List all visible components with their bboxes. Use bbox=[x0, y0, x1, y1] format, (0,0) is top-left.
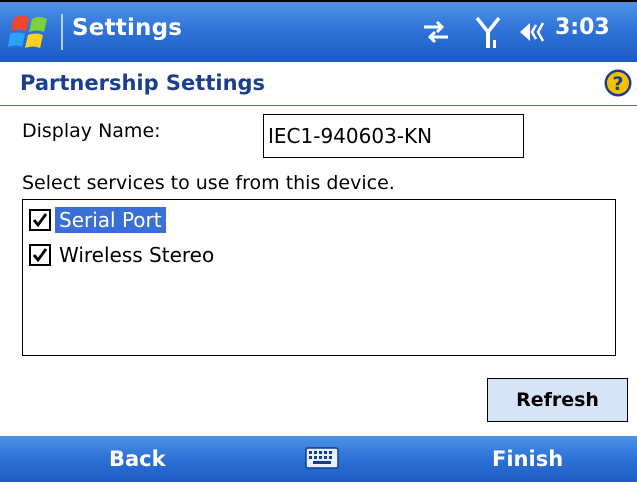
services-prompt: Select services to use from this device. bbox=[22, 172, 395, 194]
service-item-serial-port[interactable]: Serial Port bbox=[29, 205, 166, 235]
service-label: Serial Port bbox=[55, 207, 166, 233]
checkmark-icon bbox=[32, 248, 48, 263]
refresh-button[interactable]: Refresh bbox=[487, 378, 628, 422]
service-checkbox[interactable] bbox=[29, 244, 51, 266]
speaker-volume-icon[interactable] bbox=[518, 20, 548, 44]
app-title: Settings bbox=[72, 15, 183, 41]
service-item-wireless-stereo[interactable]: Wireless Stereo bbox=[29, 240, 218, 270]
service-label: Wireless Stereo bbox=[59, 243, 215, 267]
service-checkbox[interactable] bbox=[29, 209, 51, 231]
title-separator bbox=[61, 14, 63, 50]
sync-icon[interactable] bbox=[420, 18, 452, 46]
svg-text:?: ? bbox=[612, 73, 623, 95]
softkey-bar: Back Finish bbox=[0, 436, 637, 482]
windows-start-icon[interactable] bbox=[8, 12, 54, 52]
display-name-field[interactable] bbox=[263, 114, 524, 158]
keyboard-icon[interactable] bbox=[305, 446, 339, 470]
help-question-icon[interactable]: ? bbox=[603, 68, 633, 98]
display-name-label: Display Name: bbox=[22, 120, 161, 142]
clock[interactable]: 3:03 bbox=[555, 15, 610, 40]
title-bar: Settings 3:03 bbox=[0, 0, 637, 62]
signal-antenna-icon[interactable] bbox=[475, 16, 501, 50]
finish-softkey[interactable]: Finish bbox=[492, 447, 563, 471]
services-list[interactable]: Serial Port Wireless Stereo bbox=[22, 199, 616, 356]
back-softkey[interactable]: Back bbox=[109, 447, 166, 471]
checkmark-icon bbox=[32, 213, 48, 228]
page-title: Partnership Settings bbox=[20, 71, 266, 95]
page-header: Partnership Settings ? bbox=[0, 62, 637, 106]
